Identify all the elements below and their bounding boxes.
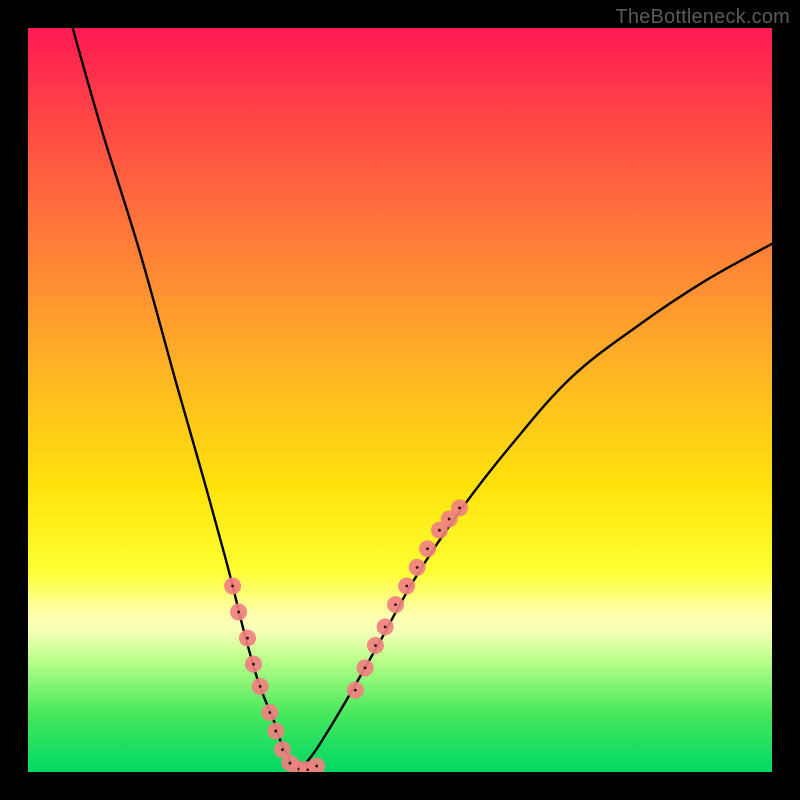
data-marker-core bbox=[354, 689, 357, 692]
data-marker-core bbox=[231, 585, 234, 588]
data-marker bbox=[367, 637, 384, 654]
data-marker-core bbox=[394, 603, 397, 606]
watermark-text: TheBottleneck.com bbox=[615, 6, 790, 29]
data-marker bbox=[419, 540, 436, 557]
data-marker bbox=[451, 499, 468, 516]
data-marker-core bbox=[315, 765, 318, 768]
data-marker-core bbox=[438, 529, 441, 532]
data-marker-core bbox=[416, 566, 419, 569]
bottleneck-curve bbox=[28, 28, 772, 772]
data-marker-core bbox=[405, 585, 408, 588]
data-marker-core bbox=[426, 547, 429, 550]
data-marker bbox=[377, 618, 394, 635]
data-marker-core bbox=[448, 518, 451, 521]
data-marker bbox=[299, 761, 316, 772]
data-marker-core bbox=[237, 611, 240, 614]
data-marker-core bbox=[364, 666, 367, 669]
data-marker-core bbox=[252, 663, 255, 666]
data-marker bbox=[398, 578, 415, 595]
data-marker-core bbox=[274, 730, 277, 733]
data-marker bbox=[308, 758, 325, 772]
plot-area bbox=[28, 28, 772, 772]
data-marker bbox=[357, 659, 374, 676]
data-marker bbox=[261, 704, 278, 721]
data-marker bbox=[239, 630, 256, 647]
data-marker bbox=[245, 656, 262, 673]
data-marker bbox=[347, 682, 364, 699]
data-marker bbox=[230, 604, 247, 621]
data-marker-core bbox=[259, 685, 262, 688]
data-marker-core bbox=[384, 626, 387, 629]
data-marker bbox=[224, 578, 241, 595]
data-marker-core bbox=[288, 762, 291, 765]
data-marker-core bbox=[458, 506, 461, 509]
data-marker-core bbox=[246, 637, 249, 640]
chart-frame: TheBottleneck.com bbox=[0, 0, 800, 800]
data-marker-core bbox=[281, 748, 284, 751]
data-marker-core bbox=[268, 711, 271, 714]
data-marker-core bbox=[306, 768, 309, 771]
data-marker bbox=[441, 511, 458, 528]
data-marker bbox=[252, 678, 269, 695]
data-marker-core bbox=[297, 768, 300, 771]
data-marker bbox=[274, 741, 291, 758]
data-marker bbox=[267, 723, 284, 740]
data-marker bbox=[387, 596, 404, 613]
data-marker-core bbox=[374, 644, 377, 647]
data-marker bbox=[290, 761, 307, 772]
data-marker bbox=[409, 559, 426, 576]
data-marker bbox=[431, 522, 448, 539]
bottleneck-curve-path bbox=[73, 28, 772, 772]
data-marker bbox=[281, 755, 298, 772]
